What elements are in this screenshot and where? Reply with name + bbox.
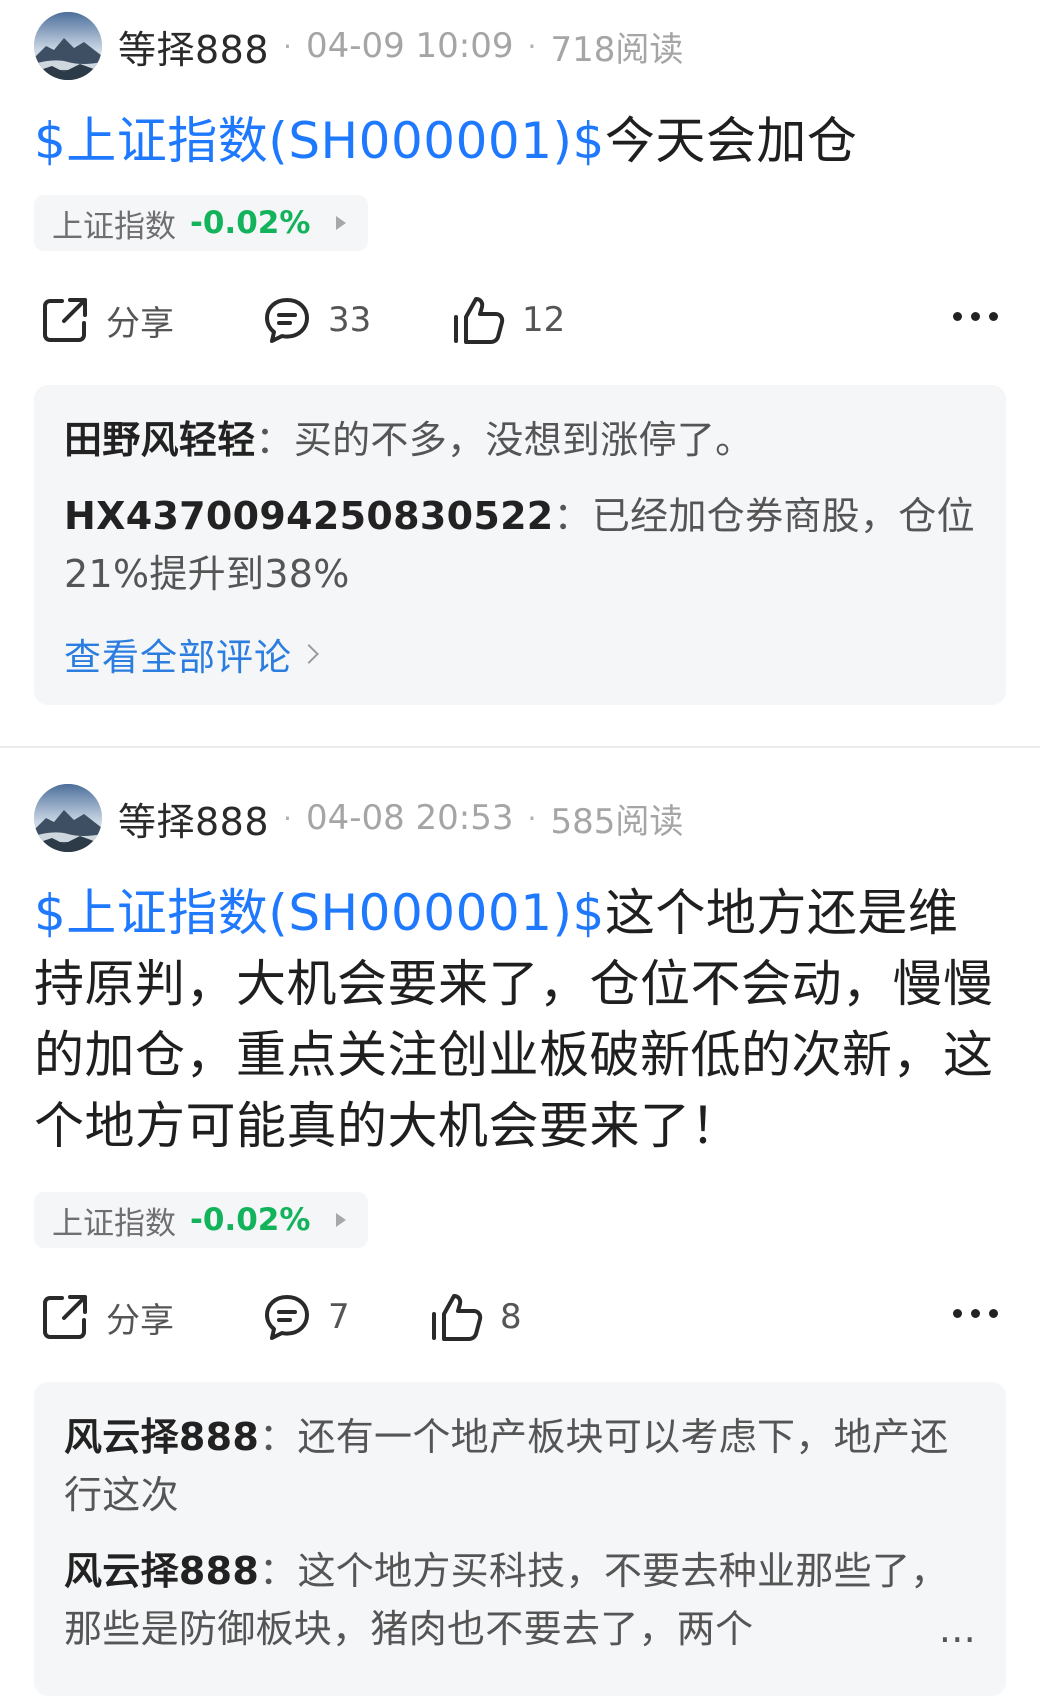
post-card[interactable]: 等择888 · 04-08 20:53 · 585阅读 $上证指数(SH0000… — [0, 746, 1040, 1698]
like-count: 12 — [522, 300, 566, 340]
chip-arrow-icon — [336, 1213, 347, 1227]
author-name[interactable]: 等择888 — [118, 791, 269, 846]
share-icon — [40, 1292, 90, 1342]
stock-chip-name: 上证指数 — [52, 208, 176, 245]
stock-tag-link[interactable]: $上证指数(SH000001)$ — [34, 884, 605, 942]
chip-arrow-icon — [336, 216, 347, 230]
comment-button[interactable]: 7 — [262, 1292, 350, 1342]
action-bar: 分享 33 12 — [34, 285, 1006, 355]
comment-item: 风云择888：这个地方买科技，不要去种业那些了，那些是防御板块，猪肉也不要去了，… — [64, 1542, 976, 1658]
separator-dot: · — [527, 801, 537, 835]
share-label: 分享 — [106, 1300, 174, 1341]
truncation-ellipsis: ... — [924, 1600, 976, 1658]
author-name[interactable]: 等择888 — [118, 19, 269, 74]
more-icon[interactable] — [953, 1309, 998, 1318]
avatar[interactable] — [34, 12, 102, 80]
separator-dot: · — [283, 801, 292, 835]
comments-preview[interactable]: 风云择888：还有一个地产板块可以考虑下，地产还行这次 风云择888：这个地方买… — [34, 1382, 1006, 1696]
view-all-label: 查看全部评论 — [64, 636, 292, 679]
like-icon — [430, 1292, 484, 1342]
read-count: 718阅读 — [550, 29, 684, 70]
post-text: 今天会加仓 — [604, 112, 858, 170]
post-card[interactable]: 等择888 · 04-09 10:09 · 718阅读 $上证指数(SH0000… — [0, 0, 1040, 746]
post-content: $上证指数(SH000001)$这个地方还是维持原判，大机会要来了，仓位不会动，… — [34, 878, 1006, 1162]
stock-chip-change: -0.02% — [190, 205, 311, 241]
post-header: 等择888 · 04-08 20:53 · 585阅读 — [34, 748, 1006, 852]
comment-item: 田野风轻轻：买的不多，没想到涨停了。 — [64, 418, 754, 462]
share-button[interactable]: 分享 — [40, 295, 174, 345]
share-button[interactable]: 分享 — [40, 1292, 174, 1342]
more-icon[interactable] — [953, 312, 998, 321]
chevron-right-icon — [299, 644, 319, 664]
action-bar: 分享 7 8 — [34, 1282, 1006, 1352]
share-label: 分享 — [106, 303, 174, 344]
like-icon — [452, 295, 506, 345]
comments-preview[interactable]: 田野风轻轻：买的不多，没想到涨停了。 HX4370094250830522：已经… — [34, 385, 1006, 705]
stock-chip[interactable]: 上证指数 -0.02% — [34, 195, 369, 251]
view-all-comments-link[interactable]: 查看全部评论 — [64, 627, 319, 681]
comment-item: 风云择888：还有一个地产板块可以考虑下，地产还行这次 — [64, 1415, 949, 1517]
post-header: 等择888 · 04-09 10:09 · 718阅读 — [34, 0, 1006, 80]
post-content: $上证指数(SH000001)$今天会加仓 — [34, 106, 1006, 177]
comment-count: 33 — [328, 300, 372, 340]
comment-icon — [262, 295, 312, 345]
separator-dot: · — [527, 29, 537, 63]
stock-chip-name: 上证指数 — [52, 1205, 176, 1242]
post-date: 04-09 10:09 — [305, 26, 514, 66]
post-date: 04-08 20:53 — [305, 798, 514, 838]
comment-item: HX4370094250830522：已经加仓券商股，仓位21%提升到38% — [64, 494, 975, 596]
like-count: 8 — [500, 1297, 522, 1337]
avatar[interactable] — [34, 784, 102, 852]
like-button[interactable]: 8 — [430, 1292, 522, 1342]
stock-tag-link[interactable]: $上证指数(SH000001)$ — [34, 112, 605, 170]
read-count: 585阅读 — [550, 801, 684, 842]
comment-author[interactable]: 田野风轻轻 — [64, 418, 256, 462]
comment-author[interactable]: HX4370094250830522 — [64, 494, 554, 538]
stock-chip[interactable]: 上证指数 -0.02% — [34, 1192, 369, 1248]
like-button[interactable]: 12 — [452, 295, 565, 345]
stock-chip-change: -0.02% — [190, 1202, 311, 1238]
comment-author[interactable]: 风云择888 — [64, 1549, 259, 1593]
share-icon — [40, 295, 90, 345]
comment-button[interactable]: 33 — [262, 295, 371, 345]
comment-icon — [262, 1292, 312, 1342]
comment-text: 买的不多，没想到涨停了。 — [293, 418, 754, 462]
comment-author[interactable]: 风云择888 — [64, 1415, 259, 1459]
separator-dot: · — [283, 29, 292, 63]
comment-count: 7 — [328, 1297, 350, 1337]
